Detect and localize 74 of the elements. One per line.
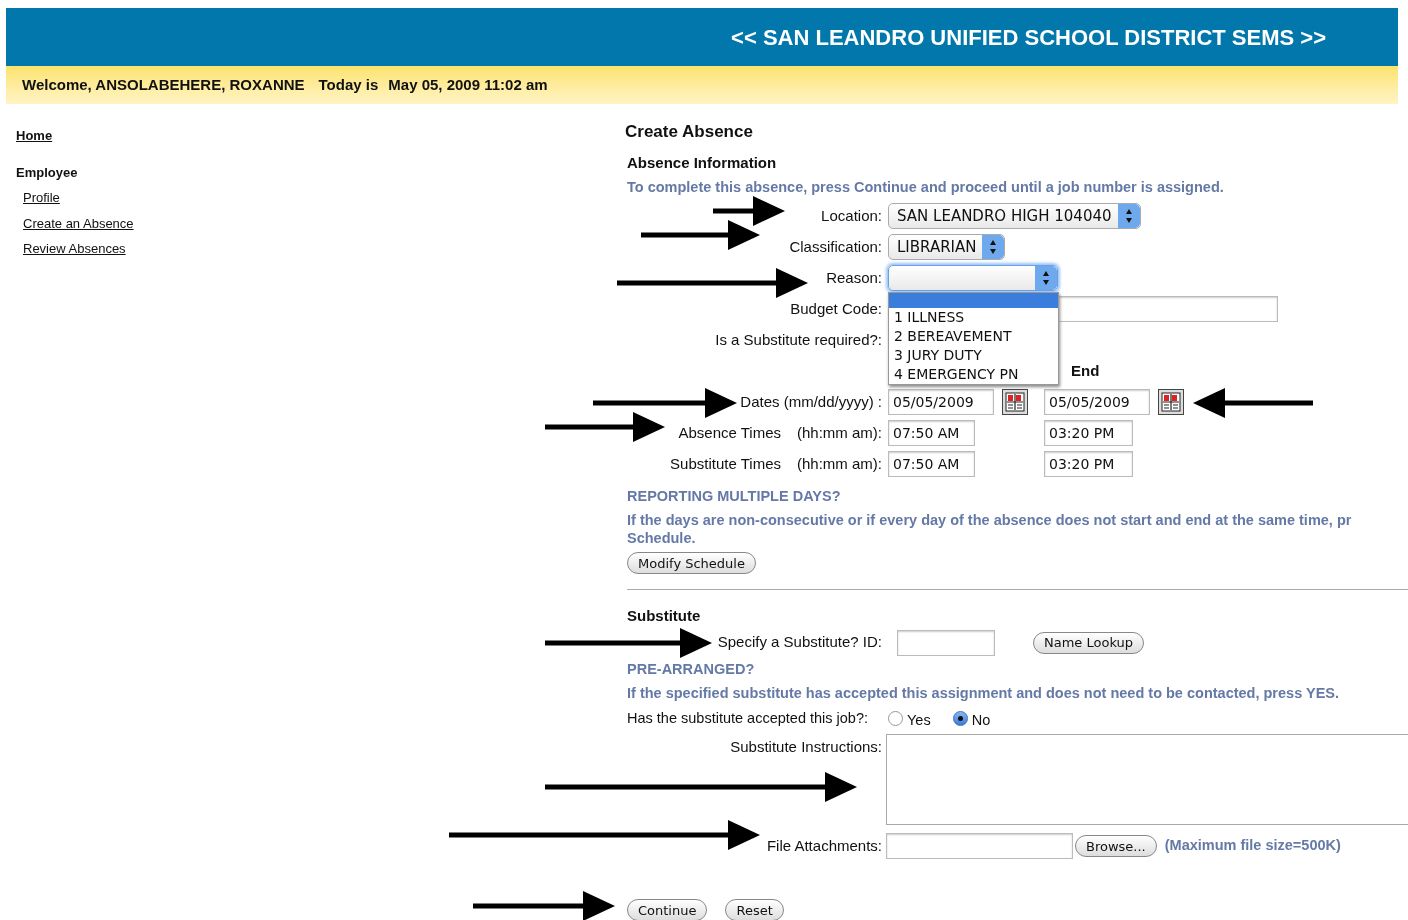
file-size-note: (Maximum file size=500K): [1164, 836, 1341, 856]
dropdown-option[interactable]: 1 ILLNESS: [889, 307, 1058, 327]
dropdown-option[interactable]: 4 EMERGENCY PN: [889, 364, 1058, 384]
sidebar-link[interactable]: Create an Absence: [23, 213, 619, 233]
field-label: Location:: [821, 206, 882, 226]
radio-option[interactable]: No: [952, 706, 991, 732]
format-hint: (hh:mm am):: [797, 454, 882, 474]
up-down-arrows-icon: [1126, 209, 1132, 224]
radio-button[interactable]: [888, 711, 903, 727]
arrow-icon: [449, 820, 760, 850]
welcome-text: Welcome, ANSOLABEHERE, ROXANNE: [22, 74, 305, 95]
sidebar-link[interactable]: Profile: [23, 188, 619, 208]
page-title: Create Absence: [625, 121, 754, 143]
info-text: Schedule.: [627, 528, 697, 547]
dropdown-option[interactable]: 2 BEREAVEMENT: [889, 326, 1058, 346]
field-label: Is a Substitute required?:: [715, 330, 882, 350]
radio-option[interactable]: Yes: [888, 706, 931, 732]
location-select[interactable]: SAN LEANDRO HIGH 104040: [888, 203, 1141, 230]
field-label: Specify a Substitute? ID:: [717, 632, 882, 653]
arrow-icon: [545, 772, 857, 802]
section-heading: Employee: [16, 163, 79, 182]
time-field[interactable]: 03:20 PM: [1044, 451, 1133, 478]
field-label: Substitute Times: [670, 454, 781, 474]
format-hint: (hh:mm am):: [797, 423, 882, 443]
header-title: << SAN LEANDRO UNIFIED SCHOOL DISTRICT SEMS >>: [731, 23, 1326, 52]
file-path-field[interactable]: [886, 833, 1073, 860]
up-down-arrows-icon: [1043, 271, 1049, 286]
info-text: If the specified substitute has accepted this assignment and does not need to be contacted, press YES.: [627, 683, 1340, 703]
field-label: Budget Code:: [790, 299, 882, 319]
time-field[interactable]: 07:50 AM: [888, 451, 975, 478]
name-lookup-button[interactable]: Name Lookup: [1033, 631, 1145, 654]
field-label: Absence Times: [678, 423, 781, 443]
classification-select[interactable]: LIBRARIAN: [888, 234, 1005, 261]
home-link[interactable]: Home: [16, 126, 619, 146]
arrow-icon: [473, 891, 615, 920]
today-label: Today is: [318, 74, 379, 95]
arrow-icon: [617, 268, 808, 298]
field-label: Reason:: [826, 268, 882, 288]
stepper-button[interactable]: [1118, 204, 1140, 229]
arrow-icon: [593, 388, 737, 418]
up-down-arrows-icon: [990, 240, 996, 255]
current-date: May 05, 2009 11:02 am: [388, 74, 548, 95]
browse-button[interactable]: Browse...: [1075, 835, 1157, 858]
radio-button[interactable]: [952, 711, 968, 727]
form-action-button[interactable]: Reset: [725, 899, 784, 920]
form-action-button[interactable]: Continue: [627, 899, 708, 920]
stepper-button[interactable]: [1035, 266, 1057, 291]
section-heading: Absence Information: [626, 152, 778, 173]
date-field[interactable]: 05/05/2009: [1044, 389, 1150, 416]
sidebar-link[interactable]: Review Absences: [23, 239, 619, 259]
section-heading: Substitute: [627, 605, 702, 626]
field-label: Classification:: [789, 237, 882, 257]
info-text: If the days are non-consecutive or if every day of the absence does not start and end at the same time, pr: [627, 510, 1353, 529]
substitute-id-field[interactable]: [897, 629, 995, 656]
modify-schedule-button[interactable]: Modify Schedule: [627, 552, 756, 575]
column-heading: End: [1071, 361, 1100, 381]
field-label: Has the substitute accepted this job?:: [627, 709, 869, 728]
calendar-icon[interactable]: [1002, 389, 1028, 416]
instruction-text: To complete this absence, press Continue and proceed until a job number is assigned.: [626, 178, 1225, 197]
arrow-icon: [1193, 388, 1313, 418]
calendar-icon[interactable]: [1158, 389, 1184, 416]
date-field[interactable]: 05/05/2009: [888, 389, 994, 416]
dropdown-option[interactable]: 3 JURY DUTY: [889, 345, 1058, 365]
arrow-icon: [545, 412, 665, 442]
stepper-button[interactable]: [982, 235, 1004, 260]
time-field[interactable]: 07:50 AM: [888, 420, 975, 447]
field-label: Dates (mm/dd/yyyy) :: [740, 392, 882, 412]
section-heading: REPORTING MULTIPLE DAYS?: [627, 486, 842, 506]
section-heading: PRE-ARRANGED?: [627, 660, 756, 679]
field-label: File Attachments:: [765, 836, 882, 856]
field-label: Substitute Instructions:: [729, 737, 882, 758]
instructions-textarea[interactable]: [886, 734, 1408, 826]
arrow-icon: [545, 628, 712, 658]
time-field[interactable]: 03:20 PM: [1044, 420, 1133, 447]
